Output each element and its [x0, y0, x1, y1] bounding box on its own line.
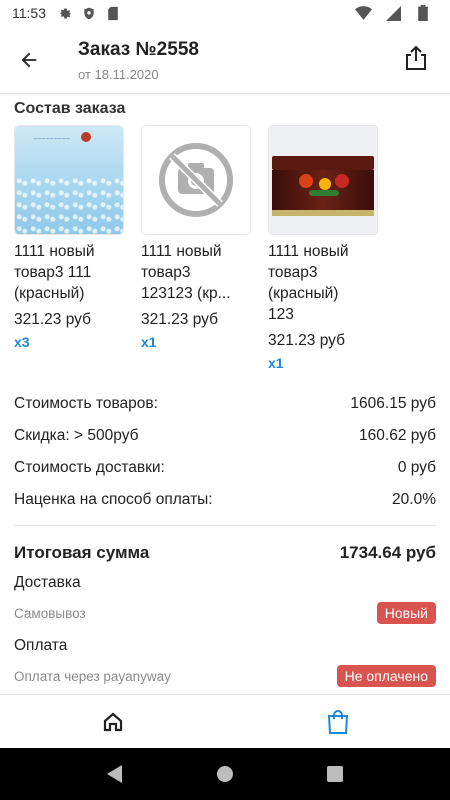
delivery-cost-row: Стоимость доставки: 0 руб [14, 459, 436, 477]
product-image[interactable] [268, 125, 378, 235]
delivery-method: Самовывоз [14, 606, 86, 621]
product-name: 1111 новый товар3 111 (красный) [14, 243, 95, 302]
payment-status-badge: Не оплачено [336, 665, 436, 687]
goods-cost-label: Стоимость товаров: [14, 395, 158, 412]
divider [14, 525, 436, 526]
system-back-button[interactable] [100, 759, 130, 789]
delivery-label: Доставка [14, 574, 81, 591]
product-item[interactable]: 1111 новый товар3 (красный) 123 321.23 р… [268, 125, 383, 371]
settings-status-icon [56, 4, 74, 22]
delivery-status-badge: Новый [376, 602, 436, 624]
app-bar-shadow [0, 93, 450, 96]
product-quantity: x1 [141, 334, 157, 350]
status-bar: 11:53 [0, 0, 450, 26]
total-label: Итоговая сумма [14, 543, 150, 562]
total-value: 1734.64 руб [339, 543, 436, 562]
battery-status-icon [414, 4, 432, 22]
product-name: 1111 новый товар3 123123 (кр... [141, 243, 231, 302]
sdcard-status-icon [104, 4, 122, 22]
share-icon [406, 45, 426, 70]
app-bar: Заказ №2558 от 18.11.2020 [0, 26, 450, 94]
triangle-back-icon [107, 765, 122, 783]
product-list: ~~~~~~~~~ 1111 новый товар3 111 (красный… [0, 125, 450, 371]
product-name: 1111 новый товар3 (красный) 123 [268, 243, 349, 323]
wifi-status-icon [354, 4, 372, 22]
product-quantity: x1 [268, 355, 284, 371]
system-recents-button[interactable] [320, 759, 350, 789]
goods-cost-value: 1606.15 руб [350, 395, 436, 412]
bottom-navigation [0, 694, 450, 748]
square-recents-icon [327, 766, 343, 782]
home-icon [103, 712, 122, 731]
payment-method: Оплата через payanyway [14, 669, 171, 684]
product-price: 321.23 руб [14, 311, 91, 328]
no-photo-icon [159, 143, 233, 217]
discount-row: Скидка: > 500руб 160.62 руб [14, 427, 436, 445]
product-image[interactable]: ~~~~~~~~~ [14, 125, 124, 235]
delivery-cost-label: Стоимость доставки: [14, 459, 165, 476]
product-price: 321.23 руб [268, 332, 345, 349]
circle-home-icon [217, 766, 233, 782]
back-button[interactable] [0, 31, 58, 89]
nav-orders[interactable] [225, 695, 450, 748]
discount-label: Скидка: > 500руб [14, 427, 139, 444]
delivery-cost-value: 0 руб [397, 459, 436, 476]
payment-markup-value: 20.0% [392, 491, 436, 508]
product-image[interactable] [141, 125, 251, 235]
shield-status-icon [80, 4, 98, 22]
product-quantity: x3 [14, 334, 30, 350]
goods-cost-row: Стоимость товаров: 1606.15 руб [14, 395, 436, 413]
payment-markup-row: Наценка на способ оплаты: 20.0% [14, 491, 436, 509]
nav-home[interactable] [0, 695, 225, 748]
product-item[interactable]: 1111 новый товар3 123123 (кр... 321.23 р… [141, 125, 256, 350]
product-item[interactable]: ~~~~~~~~~ 1111 новый товар3 111 (красный… [14, 125, 129, 350]
total-row: Итоговая сумма 1734.64 руб [14, 543, 436, 563]
share-button[interactable] [396, 38, 436, 78]
shopping-bag-icon [327, 709, 348, 734]
payment-markup-label: Наценка на способ оплаты: [14, 491, 213, 508]
order-contents-title: Состав заказа [14, 100, 126, 117]
signal-status-icon [384, 4, 402, 22]
status-time: 11:53 [12, 5, 46, 21]
page-title: Заказ №2558 [78, 38, 199, 60]
system-home-button[interactable] [210, 759, 240, 789]
order-date: от 18.11.2020 [78, 66, 159, 82]
system-navigation-bar [0, 748, 450, 800]
product-price: 321.23 руб [141, 311, 218, 328]
payment-label: Оплата [14, 637, 68, 654]
arrow-back-icon [21, 52, 37, 68]
discount-value: 160.62 руб [359, 427, 436, 444]
